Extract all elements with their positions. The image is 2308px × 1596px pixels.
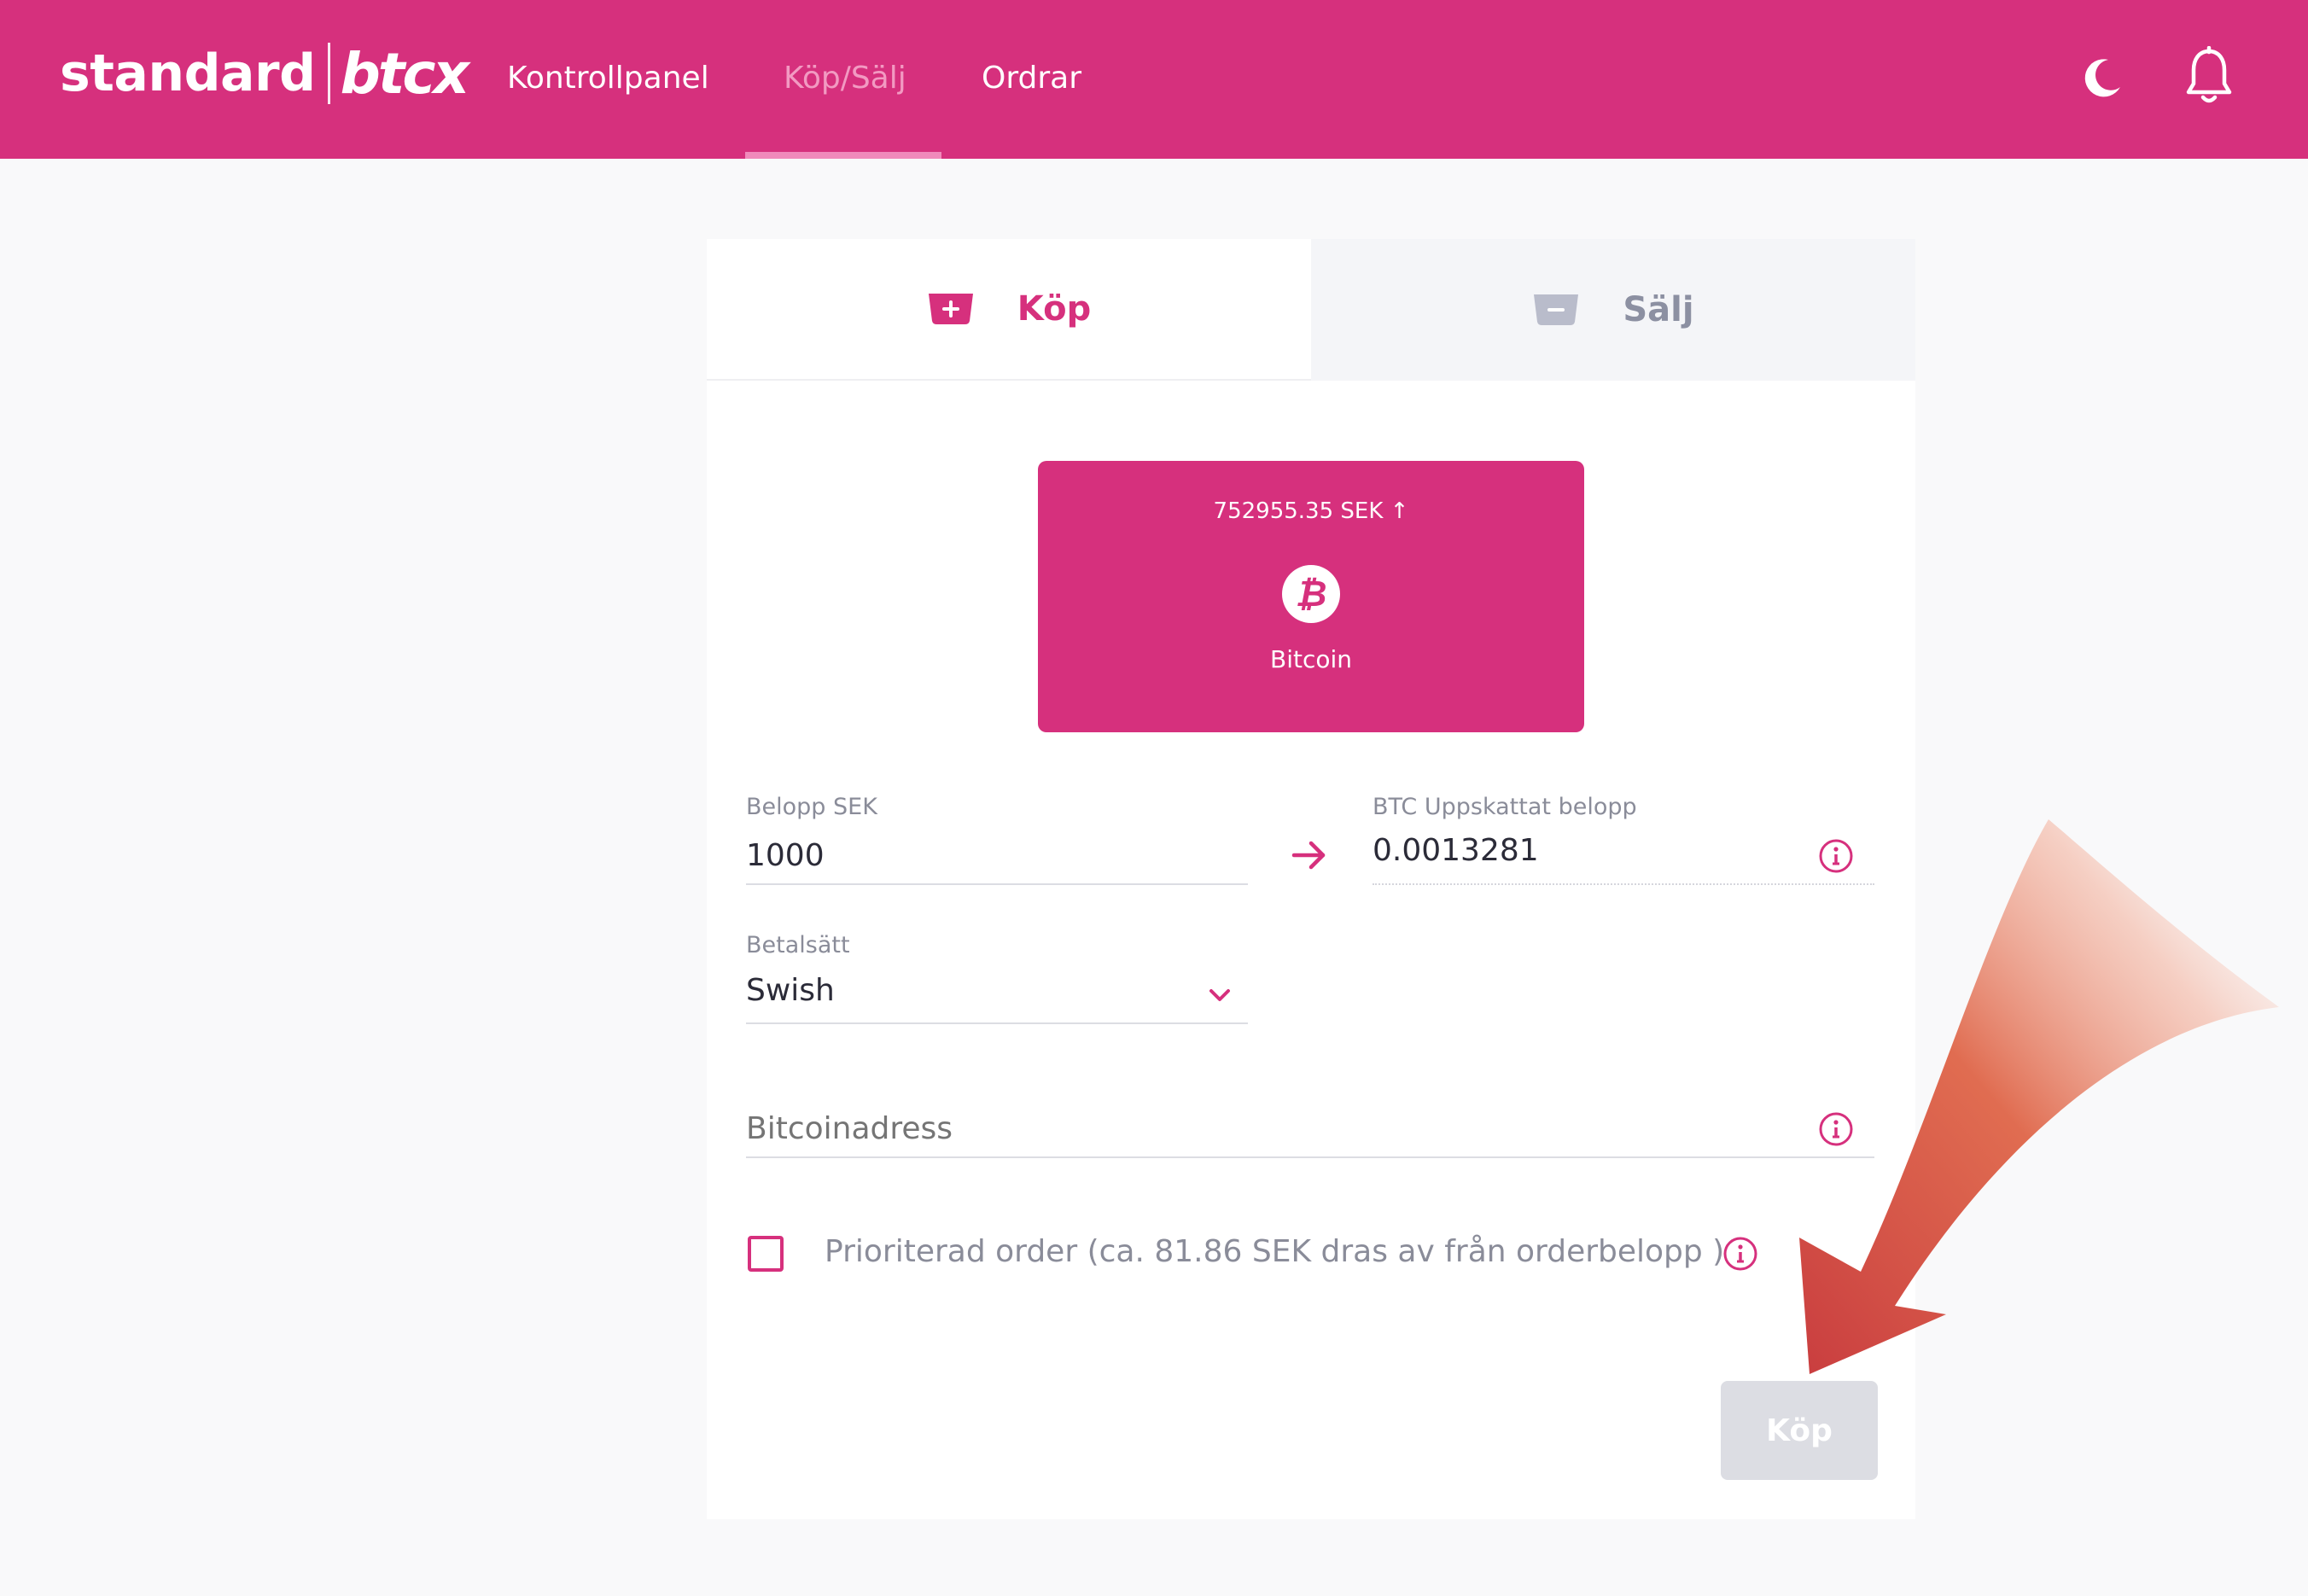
bitcoin-address-input[interactable] <box>746 1106 1787 1150</box>
minus-tray-icon <box>1534 294 1579 325</box>
standard-btcx-logo[interactable]: standard btcx <box>60 38 469 109</box>
amount-label: Belopp SEK <box>746 794 877 820</box>
price-up-arrow-icon: ↑ <box>1390 498 1409 524</box>
bitcoin-icon: ₿ <box>1282 565 1340 623</box>
amount-underline <box>746 883 1248 885</box>
tab-salj-label: Sälj <box>1623 290 1694 329</box>
nav-kop-salj[interactable]: Köp/Sälj <box>784 53 906 104</box>
bitcoin-tile[interactable]: 752955.35 SEK ↑ ₿ Bitcoin <box>1038 461 1584 732</box>
tab-kop-label: Köp <box>1017 289 1092 329</box>
priority-label: Prioriterad order (ca. 81.86 SEK dras av… <box>825 1234 1725 1269</box>
estimate-info-icon[interactable] <box>1818 838 1854 874</box>
bitcoin-price: 752955.35 SEK ↑ <box>1038 498 1584 524</box>
payment-selected-value: Swish <box>746 973 835 1008</box>
buy-sell-card: Köp Sälj 752955.35 SEK ↑ ₿ Bitcoin Belop… <box>707 239 1915 1519</box>
nav-active-indicator <box>745 152 941 159</box>
tab-kop[interactable]: Köp <box>707 239 1311 381</box>
address-info-icon[interactable] <box>1818 1111 1854 1147</box>
arrow-right-icon <box>1291 841 1326 870</box>
moon-icon[interactable] <box>2076 53 2127 104</box>
priority-checkbox[interactable] <box>748 1236 784 1272</box>
estimate-underline <box>1373 883 1874 885</box>
buy-button[interactable]: Köp <box>1721 1381 1878 1480</box>
address-underline <box>746 1156 1874 1158</box>
amount-input[interactable] <box>746 833 1241 877</box>
tab-salj[interactable]: Sälj <box>1311 239 1915 381</box>
logo-standard-text: standard <box>60 44 316 103</box>
priority-info-icon[interactable] <box>1722 1236 1758 1272</box>
payment-label: Betalsätt <box>746 932 850 958</box>
bitcoin-name: Bitcoin <box>1269 645 1353 673</box>
payment-underline <box>746 1022 1248 1024</box>
bell-icon[interactable] <box>2182 46 2236 108</box>
estimate-label: BTC Uppskattat belopp <box>1373 794 1637 820</box>
chevron-down-icon <box>1209 989 1230 1001</box>
logo-btcx-text: btcx <box>340 40 469 107</box>
plus-tray-icon <box>928 294 973 324</box>
svg-text:₿: ₿ <box>1296 573 1327 615</box>
payment-select[interactable]: Swish <box>746 966 1248 1021</box>
bitcoin-price-value: 752955.35 SEK <box>1213 498 1384 524</box>
nav-ordrar[interactable]: Ordrar <box>982 53 1081 104</box>
top-navbar: standard btcx Kontrollpanel Köp/Sälj Ord… <box>0 0 2308 159</box>
logo-divider <box>327 43 330 104</box>
estimate-value: 0.0013281 <box>1373 833 1539 868</box>
nav-kontrollpanel[interactable]: Kontrollpanel <box>507 53 709 104</box>
